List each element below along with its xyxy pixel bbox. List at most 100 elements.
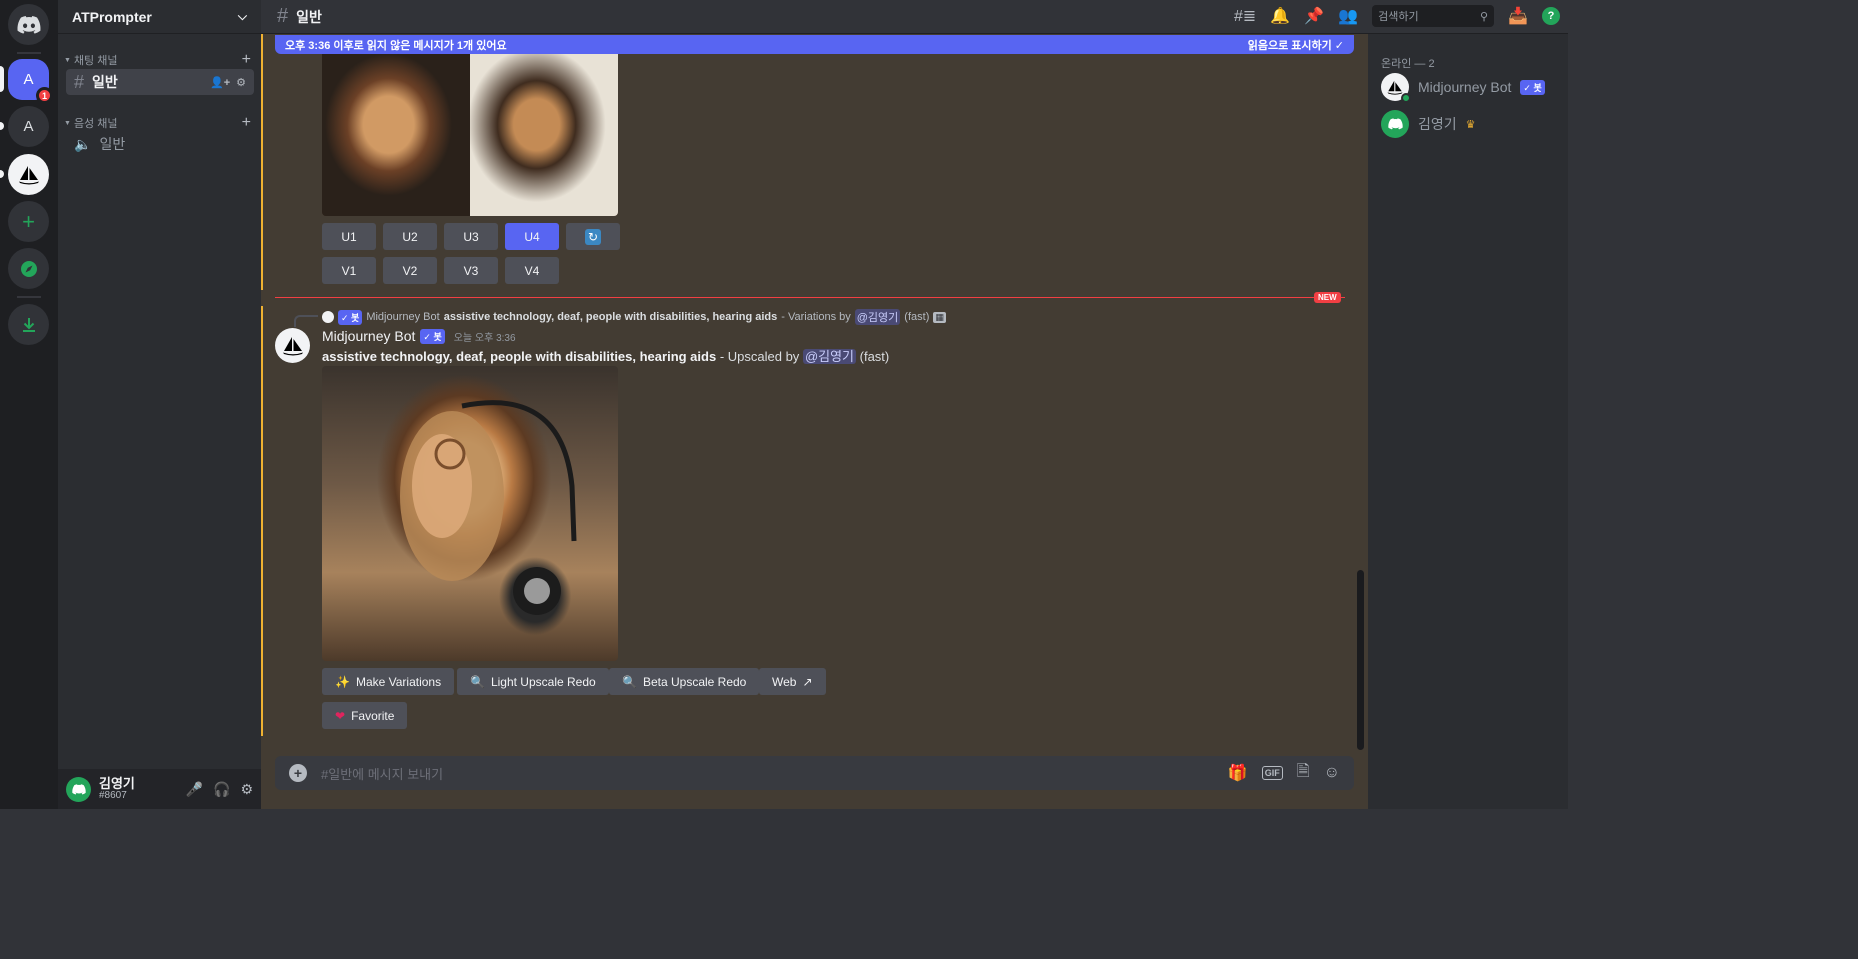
add-server-button[interactable]: + [8,201,49,242]
user-mention[interactable]: @김영기 [802,349,857,364]
magic-wand-icon: ✨ [335,674,350,689]
bell-icon[interactable]: 🔔 [1270,6,1290,26]
button-label: Beta Upscale Redo [642,674,747,689]
gear-icon[interactable]: ⚙ [236,76,246,89]
unread-server-pill [0,122,4,130]
message-speed: (fast) [859,349,890,364]
button-label: Web [772,674,797,689]
upscaled-image[interactable] [322,366,618,661]
attach-plus-icon[interactable]: + [289,764,307,782]
chevron-down-icon: ⌵ [237,9,247,23]
member-midjourney-bot[interactable]: Midjourney Bot ✓ 봇 [1381,73,1545,103]
favorite-button[interactable]: ❤ Favorite [322,702,408,729]
sailboat-icon [18,165,39,184]
create-channel-icon[interactable]: + [242,114,251,132]
scrollbar[interactable] [1357,570,1364,750]
download-icon [22,317,35,332]
unread-text: 오후 3:36 이후로 읽지 않은 메시지가 1개 있어요 [285,39,507,52]
composer-input[interactable]: #일반에 메시지 보내기 [321,764,443,783]
threads-icon[interactable]: #≣ [1234,6,1256,26]
refresh-icon: ↻ [585,228,601,245]
variation-button-4[interactable]: V4 [505,257,559,284]
grid-image-3 [322,50,470,216]
magnifier-icon: 🔍 [622,674,637,689]
discord-logo-icon [1387,118,1403,130]
unread-banner[interactable]: 오후 3:36 이후로 읽지 않은 메시지가 1개 있어요 읽음으로 표시하기 … [275,35,1354,54]
light-upscale-redo-button[interactable]: 🔍 Light Upscale Redo [457,668,609,695]
upscale-button-1[interactable]: U1 [322,223,376,250]
category-text-channels[interactable]: ▼ 채팅 채널 + [64,51,251,69]
gift-icon[interactable]: 🎁 [1228,763,1248,783]
channel-label: 일반 [92,74,118,90]
mark-read-icon: ✓ [1334,39,1344,52]
avatar[interactable] [66,776,91,802]
help-button[interactable]: ? [1542,7,1560,25]
image-grid[interactable] [322,50,618,216]
web-link-button[interactable]: Web ↗ [759,668,826,695]
members-icon[interactable]: 👥 [1338,6,1358,26]
image-icon: ▦ [933,311,946,323]
server-name: ATPrompter [72,8,152,25]
message-author[interactable]: Midjourney Bot [322,328,415,344]
online-status-icon [1401,93,1411,103]
invite-icon[interactable]: 👤+ [210,76,230,89]
button-label: Make Variations [355,674,442,689]
headphones-icon[interactable]: 🎧 [213,781,230,798]
channel-general-voice[interactable]: 🔈 일반 [66,131,254,157]
channel-general-text[interactable]: # 일반 👤+ ⚙ [66,69,254,95]
mute-mic-icon[interactable]: 🎤 [186,781,203,798]
channel-label: 일반 [99,136,126,152]
sailboat-icon [1387,80,1403,95]
gif-button[interactable]: GIF [1261,766,1283,780]
bot-badge: ✓ 봇 [420,328,445,344]
reply-author[interactable]: Midjourney Bot [366,311,439,323]
upscale-button-2[interactable]: U2 [383,223,437,250]
external-link-icon: ↗ [802,674,813,689]
message-timestamp: 오늘 오후 3:36 [453,332,516,344]
category-voice-channels[interactable]: ▼ 음성 채널 + [64,114,251,132]
server-a[interactable]: A [8,106,49,147]
variation-button-2[interactable]: V2 [383,257,437,284]
explore-servers-button[interactable] [8,248,49,289]
search-input[interactable]: 검색하기 ⚲ [1372,5,1495,27]
server-header[interactable]: ATPrompter ⌵ [58,0,261,34]
message-suffix: - Upscaled by [719,349,800,364]
upscale-button-4[interactable]: U4 [505,223,559,250]
member-kim[interactable]: 김영기 ♛ [1381,110,1476,138]
avatar [1381,110,1409,138]
reply-speed: (fast) [904,311,930,323]
reply-reference[interactable]: ✓ 봇 Midjourney Bot assistive technology,… [322,309,946,325]
variation-button-3[interactable]: V3 [444,257,498,284]
reply-prompt: assistive technology, deaf, people with … [443,311,778,323]
mark-as-read-button[interactable]: 읽음으로 표시하기 ✓ [1248,37,1344,53]
download-apps-button[interactable] [8,304,49,345]
server-atprompter[interactable]: A 1 [8,59,53,104]
discord-app: A 1 A + ATPrompter ⌵ ▼ 채팅 채널 + # 일반 👤+ ⚙… [0,0,1568,809]
pin-icon[interactable]: 📌 [1304,6,1324,26]
highlight-accent [261,34,263,290]
make-variations-button[interactable]: ✨ Make Variations [322,668,455,695]
member-name: Midjourney Bot [1418,79,1512,95]
server-midjourney[interactable] [8,154,49,195]
unread-server-pill [0,170,4,178]
button-label: Favorite [351,708,395,723]
gear-icon[interactable]: ⚙ [240,781,253,798]
reroll-button[interactable]: ↻ [566,223,620,250]
variation-button-1[interactable]: V1 [322,257,376,284]
highlight-accent [261,306,263,736]
beta-upscale-redo-button[interactable]: 🔍 Beta Upscale Redo [609,668,760,695]
sticker-icon[interactable]: 🗎 [1297,760,1310,787]
user-mention[interactable]: @김영기 [854,309,901,325]
emoji-icon[interactable]: ☺ [1324,764,1340,782]
server-initial: A [23,118,34,135]
channel-header: # 일반 #≣ 🔔 📌 👥 검색하기 ⚲ 📥 ? [261,0,1568,34]
inbox-icon[interactable]: 📥 [1508,6,1528,26]
chat-area: # 일반 #≣ 🔔 📌 👥 검색하기 ⚲ 📥 ? 오후 3:36 이후로 읽지 … [261,0,1568,809]
discord-home-icon[interactable] [8,4,49,45]
avatar[interactable] [275,328,310,363]
upscale-button-3[interactable]: U3 [444,223,498,250]
member-list: 온라인 — 2 Midjourney Bot ✓ 봇 김영기 ♛ [1368,34,1568,809]
message-composer[interactable]: + #일반에 메시지 보내기 🎁 GIF 🗎 ☺ [275,756,1354,790]
create-channel-icon[interactable]: + [242,51,251,69]
chevron-down-icon: ▼ [64,56,71,64]
